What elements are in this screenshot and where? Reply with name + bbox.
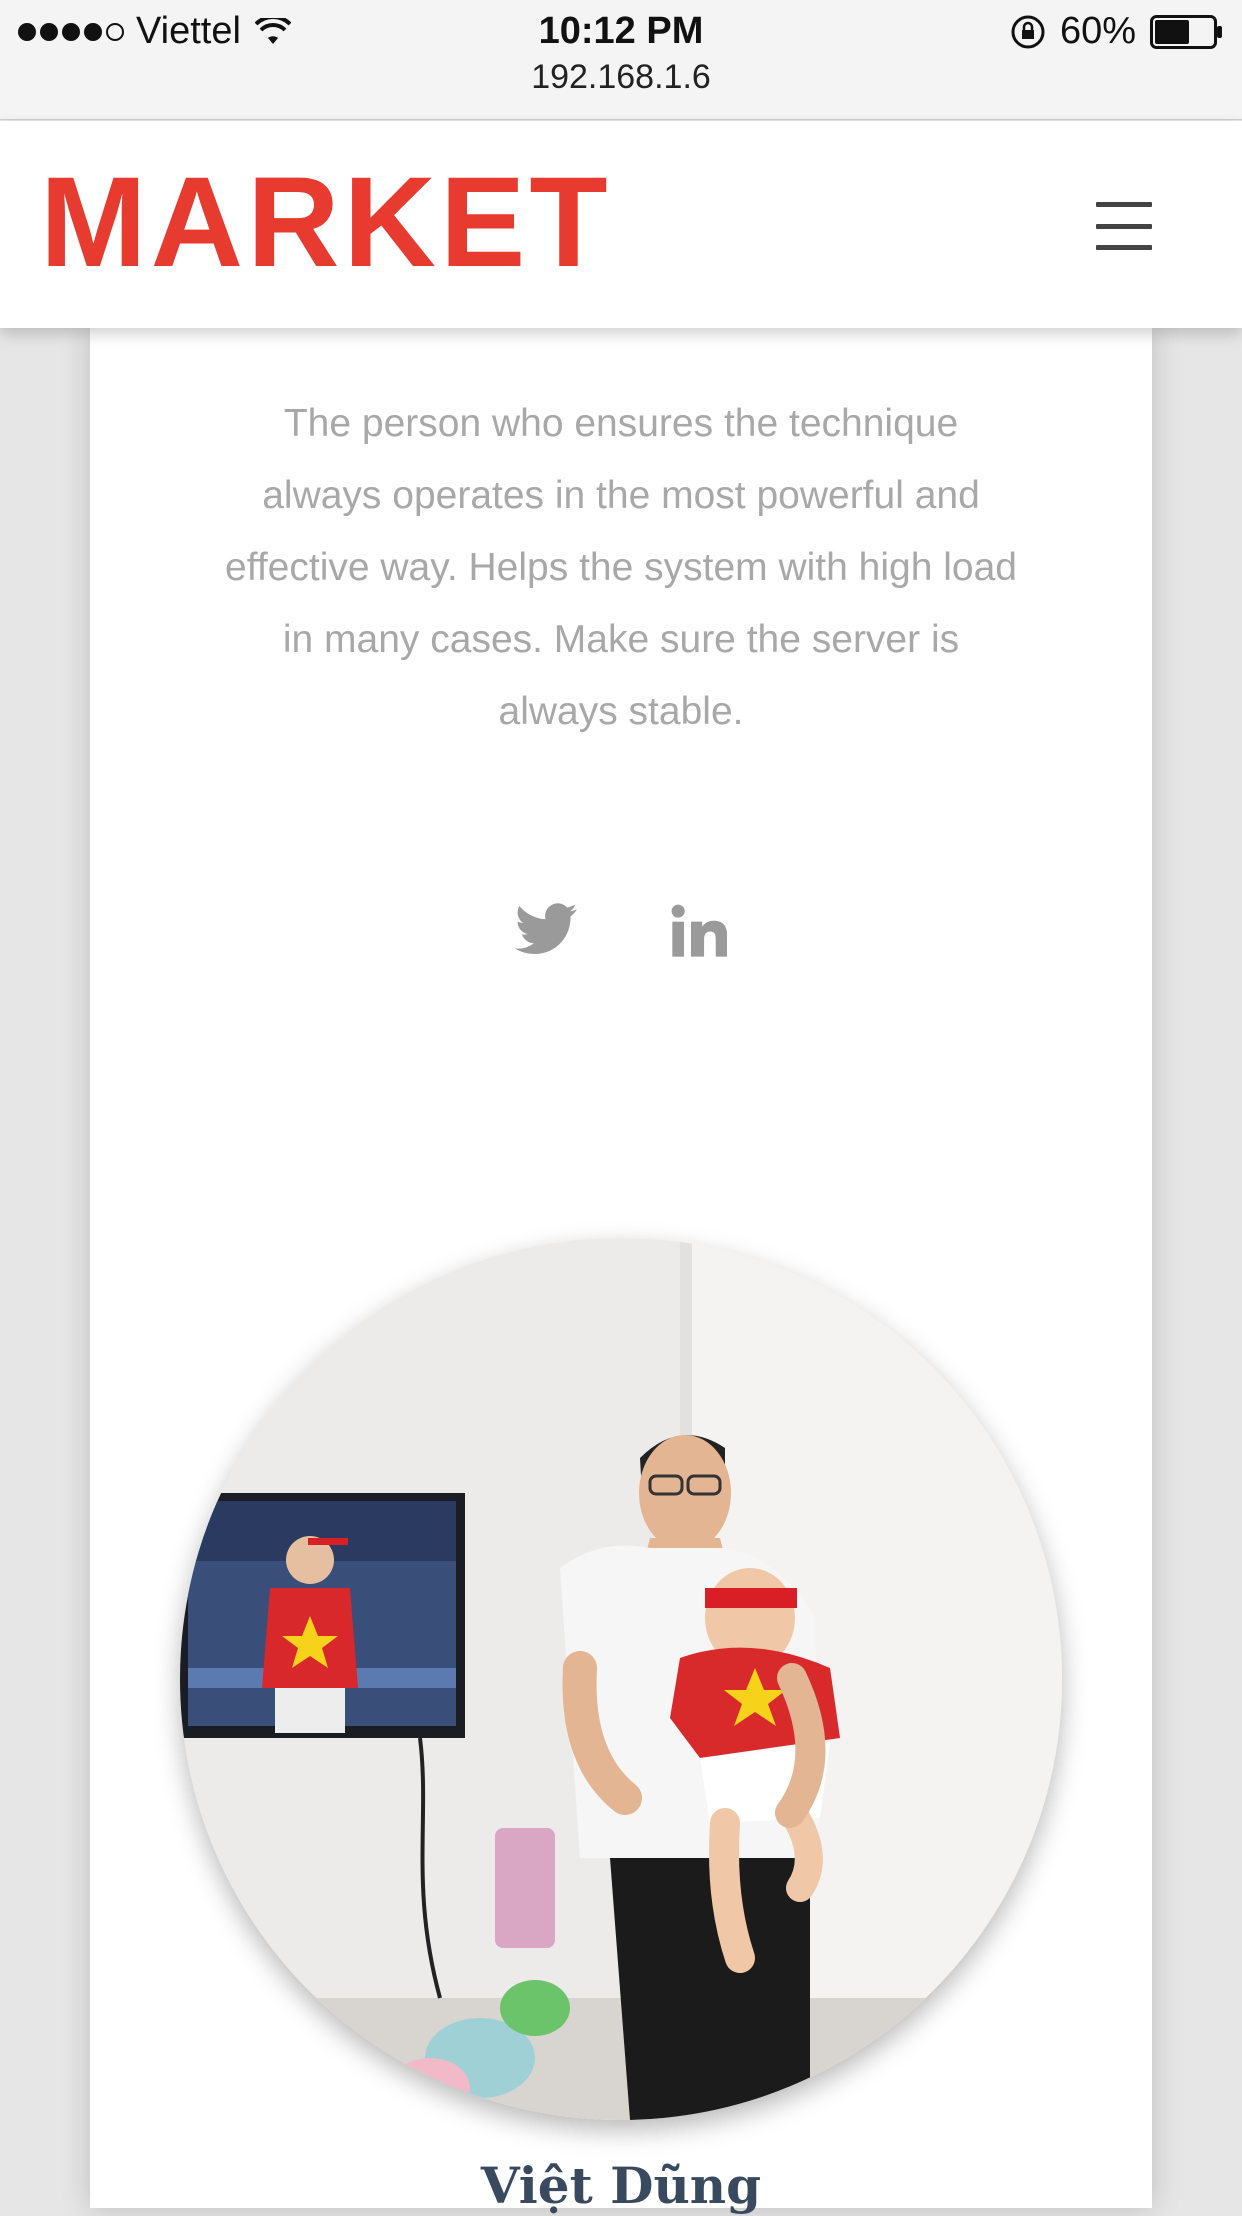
status-right: 60%	[1010, 10, 1224, 53]
social-links	[90, 903, 1152, 964]
url-bar[interactable]: 192.168.1.6	[0, 58, 1242, 97]
profile-photo-illustration	[180, 1238, 1062, 2120]
linkedin-link[interactable]	[669, 903, 728, 964]
member-name: Việt Dũng	[480, 2156, 762, 2215]
battery-icon	[1150, 14, 1222, 49]
twitter-link[interactable]	[515, 903, 577, 964]
orientation-lock-icon	[1011, 15, 1045, 48]
status-bar: Viettel 10:12 PM 60% 192.168.1.6	[0, 0, 1242, 120]
site-header: MARKET	[0, 121, 1242, 328]
battery-percent: 60%	[1059, 10, 1136, 52]
twitter-icon	[515, 903, 577, 955]
linkedin-icon	[671, 904, 728, 957]
member-bio: The person who ensures the technique alw…	[225, 402, 1017, 733]
profile-photo	[180, 1238, 1062, 2120]
site-logo[interactable]: MARKET	[40, 159, 612, 287]
hamburger-menu-icon[interactable]	[1096, 202, 1156, 250]
team-member-card: The person who ensures the technique alw…	[90, 328, 1152, 2215]
